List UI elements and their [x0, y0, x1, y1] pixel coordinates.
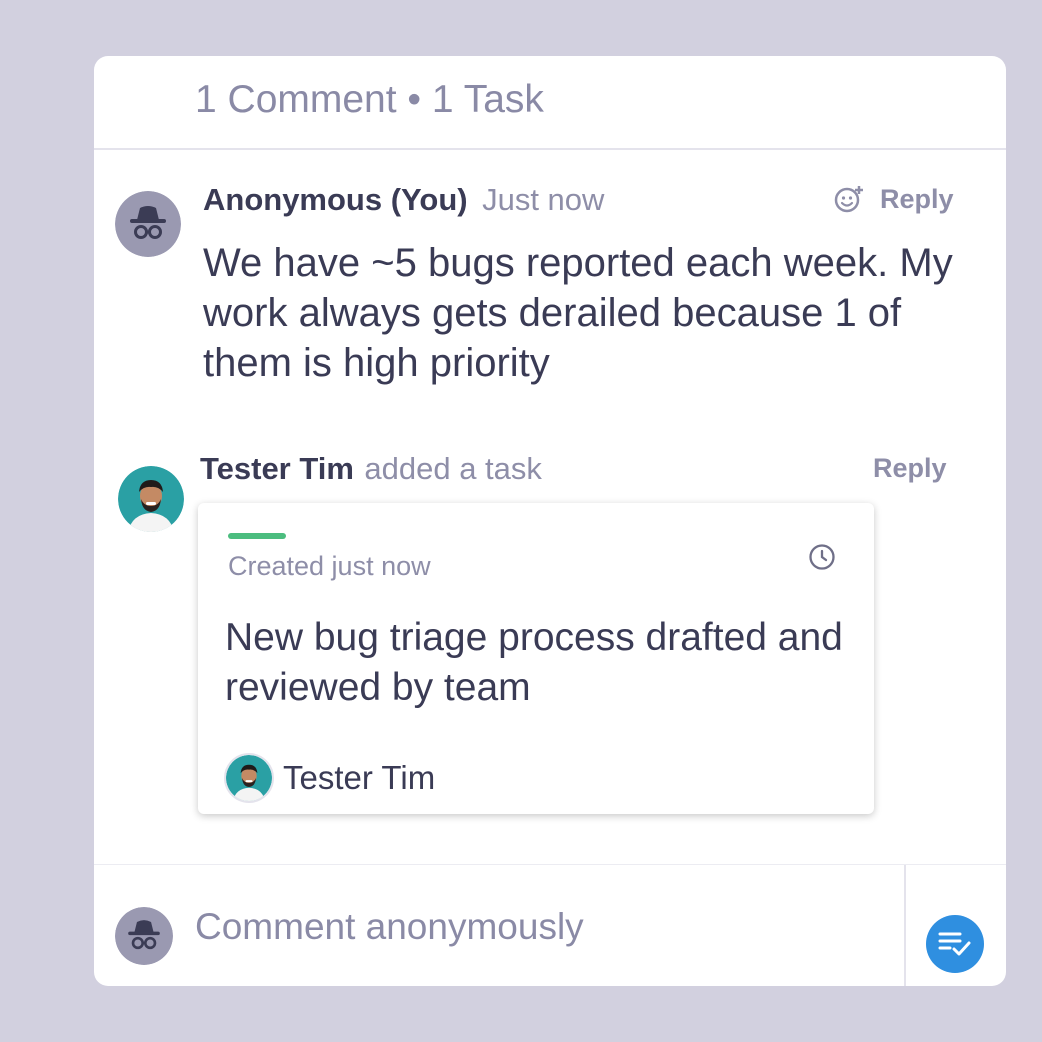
task-event-action: added a task — [364, 451, 542, 486]
comment-timestamp: Just now — [482, 182, 605, 217]
add-reaction-icon[interactable] — [834, 184, 864, 219]
anonymous-avatar — [115, 191, 181, 257]
comment-task-count: 1 Comment • 1 Task — [195, 78, 544, 121]
task-created-time: Created just now — [228, 551, 431, 581]
comments-panel: 1 Comment • 1 Task Anonymous (You) Just … — [94, 56, 1006, 986]
reply-button[interactable]: Reply — [880, 184, 954, 215]
tester-tim-avatar — [118, 466, 184, 532]
task-status-bar — [228, 533, 286, 539]
add-task-button[interactable] — [926, 915, 984, 973]
task-reply-button[interactable]: Reply — [873, 453, 947, 484]
comment-author: Anonymous (You) — [203, 182, 468, 217]
due-date-clock-icon[interactable] — [808, 543, 836, 576]
composer-anonymous-avatar — [115, 907, 173, 965]
task-event-author: Tester Tim — [200, 451, 354, 486]
task-event-meta: Tester Tim added a task — [200, 451, 542, 487]
panel-header: 1 Comment • 1 Task — [94, 56, 1006, 150]
assignee-avatar — [224, 753, 274, 803]
composer-divider — [904, 865, 906, 986]
comment-text: We have ~5 bugs reported each week. My w… — [203, 241, 953, 385]
task-assignee-name: Tester Tim — [283, 759, 436, 796]
comment-composer — [94, 864, 1006, 986]
task-card[interactable]: Created just now New bug triage process … — [198, 503, 874, 814]
task-title: New bug triage process drafted and revie… — [225, 616, 843, 709]
comment-input[interactable] — [195, 899, 885, 955]
checklist-icon — [938, 929, 972, 964]
comment-meta: Anonymous (You) Just now — [203, 182, 604, 218]
